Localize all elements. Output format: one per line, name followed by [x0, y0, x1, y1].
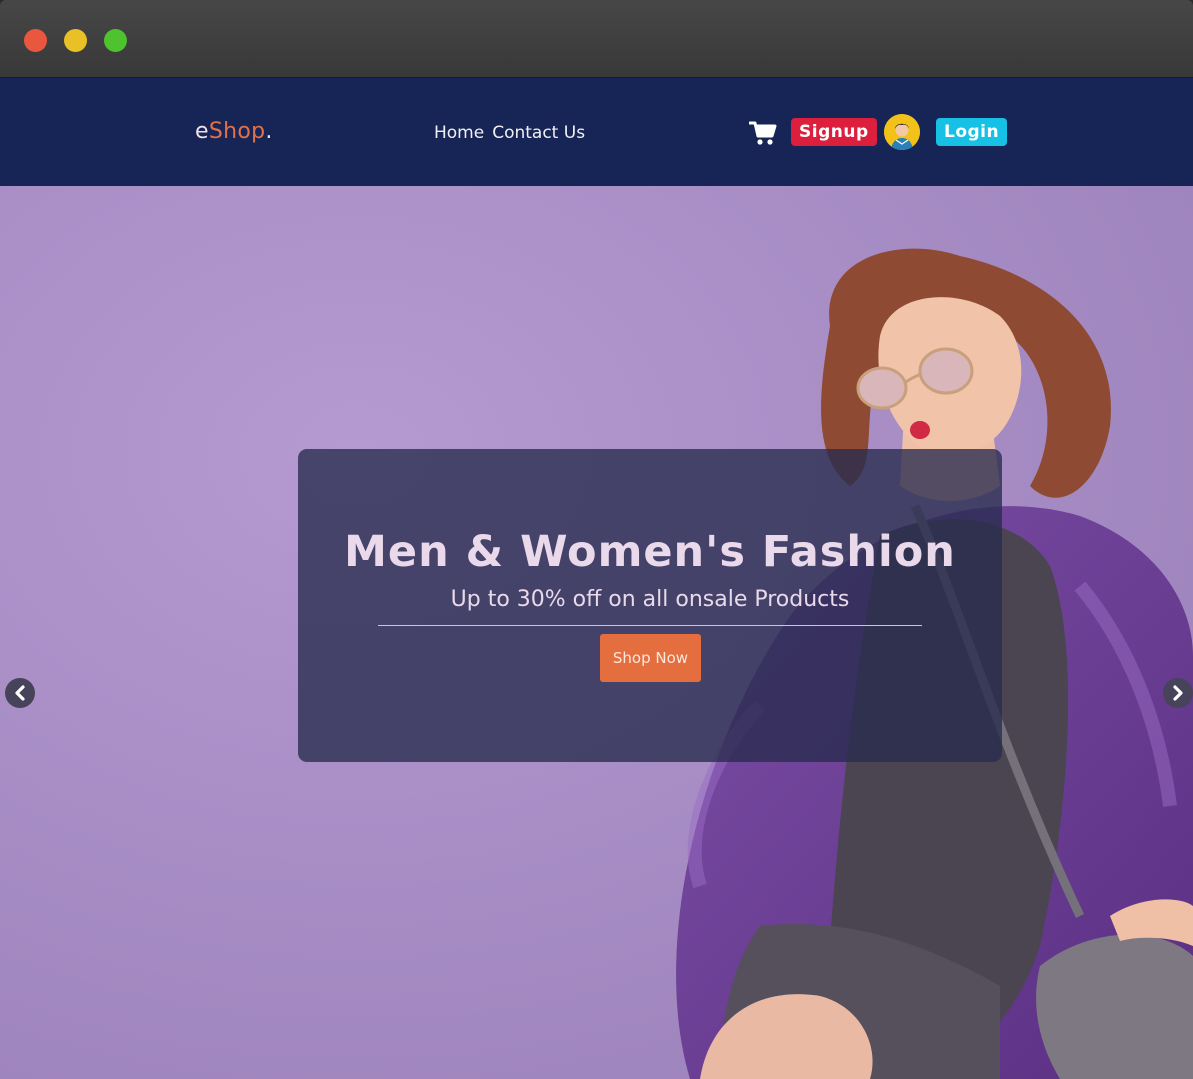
hero-caption: Men & Women's Fashion Up to 30% off on a… [298, 449, 1002, 762]
hero-carousel: Men & Women's Fashion Up to 30% off on a… [0, 186, 1193, 1079]
logo-brand: Shop [208, 119, 266, 144]
nav-links: Home Contact Us [434, 123, 585, 143]
site-logo[interactable]: eShop. [195, 119, 273, 144]
navbar: eShop. Home Contact Us Signup Login [0, 78, 1193, 186]
nav-link-contact-us[interactable]: Contact Us [492, 123, 585, 143]
logo-suffix: . [265, 119, 273, 144]
carousel-next-button[interactable] [1163, 678, 1193, 708]
chevron-right-icon [1173, 685, 1183, 701]
signup-button[interactable]: Signup [791, 118, 877, 146]
shopping-cart-icon[interactable] [748, 120, 777, 146]
login-button[interactable]: Login [936, 118, 1008, 146]
caption-divider [378, 625, 922, 626]
carousel-prev-button[interactable] [5, 678, 35, 708]
hero-title: Men & Women's Fashion [344, 527, 956, 577]
window-maximize-button[interactable] [104, 29, 127, 52]
hero-subtitle: Up to 30% off on all onsale Products [450, 587, 850, 612]
shop-now-button[interactable]: Shop Now [600, 634, 701, 682]
logo-prefix: e [195, 119, 209, 144]
user-avatar-icon[interactable] [884, 114, 920, 150]
window-minimize-button[interactable] [64, 29, 87, 52]
nav-link-home[interactable]: Home [434, 123, 484, 143]
window-titlebar [0, 0, 1193, 78]
chevron-left-icon [15, 685, 25, 701]
window-close-button[interactable] [24, 29, 47, 52]
